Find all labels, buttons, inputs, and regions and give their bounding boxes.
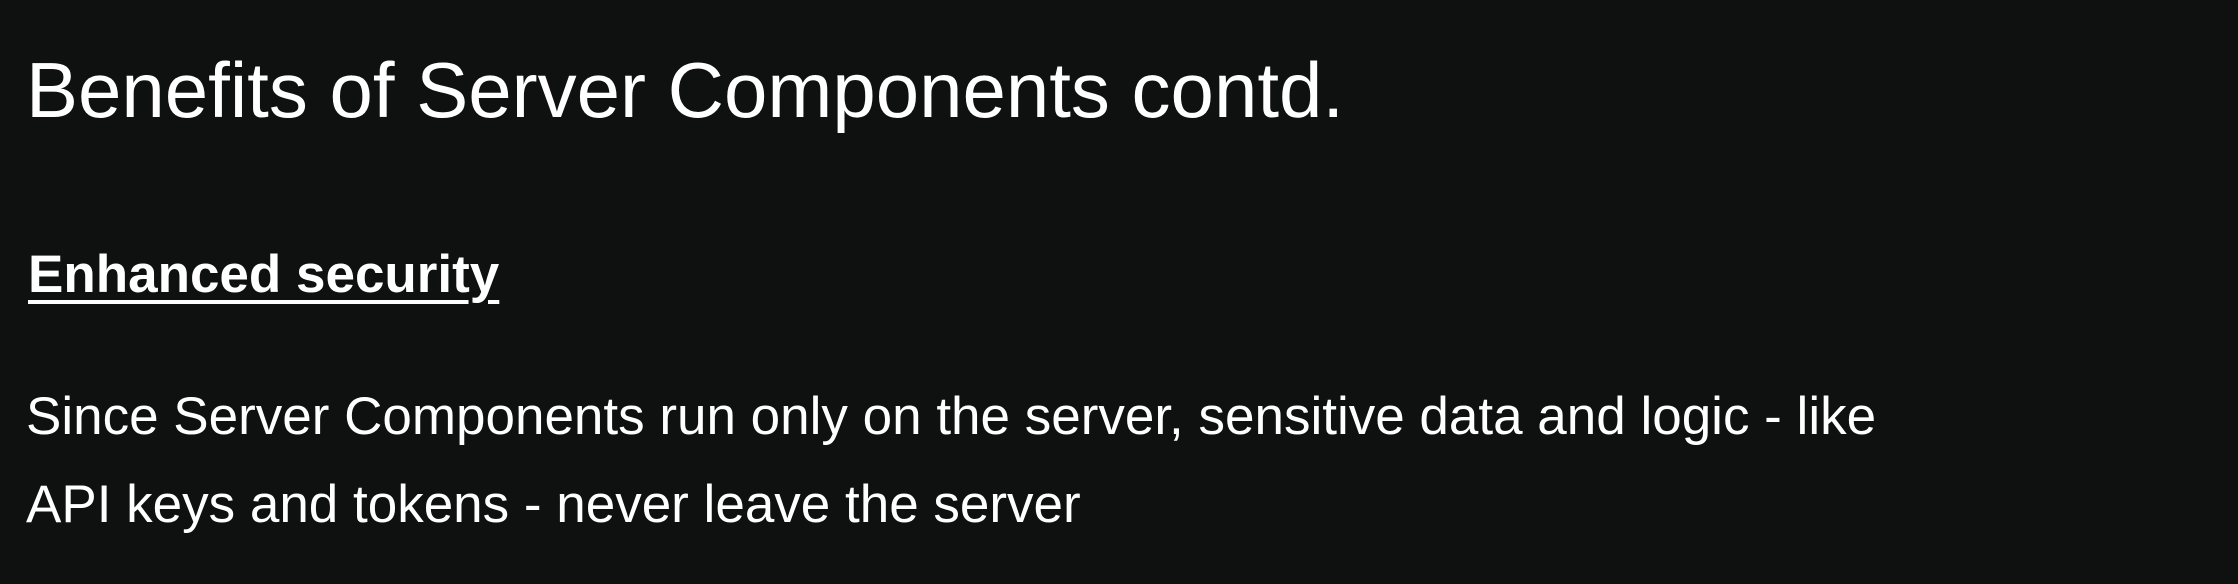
- slide-title: Benefits of Server Components contd.: [26, 46, 1345, 134]
- slide: Benefits of Server Components contd. Enh…: [0, 0, 2238, 584]
- slide-body-text: Since Server Components run only on the …: [26, 387, 1877, 534]
- section-heading: Enhanced security: [28, 245, 500, 304]
